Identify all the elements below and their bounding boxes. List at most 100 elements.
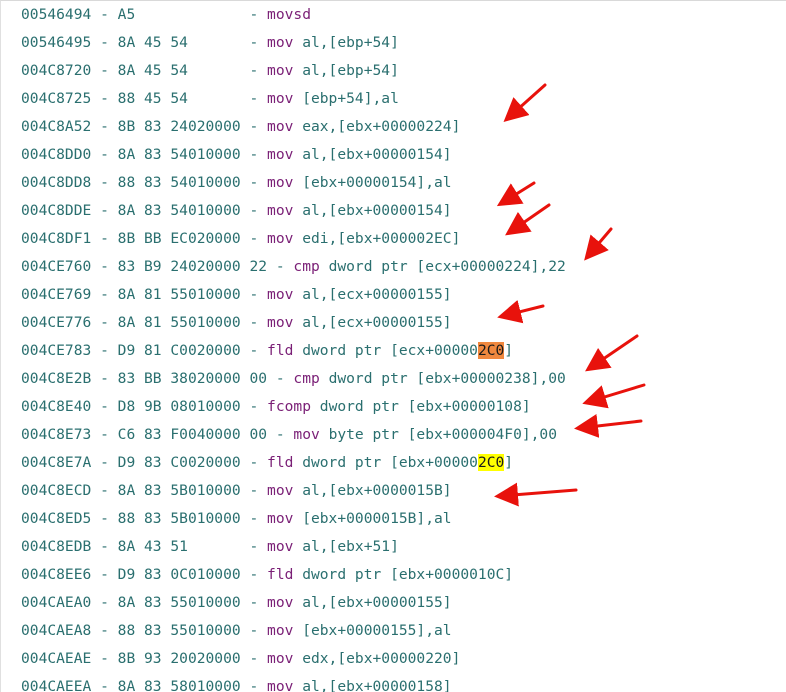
listing-row[interactable]: 004CAEA8 - 88 83 55010000 - mov [ebx+000… [21, 621, 452, 641]
opcode-bytes: 8A 83 54010000 [117, 146, 241, 163]
listing-row[interactable]: 004CE776 - 8A 81 55010000 - mov al,[ecx+… [21, 313, 452, 333]
address: 004CAEAE [21, 650, 92, 667]
address: 004CAEA8 [21, 622, 92, 639]
address: 004C8A52 [21, 118, 92, 135]
listing-row[interactable]: 004C8DD0 - 8A 83 54010000 - mov al,[ebx+… [21, 145, 452, 165]
opcode-bytes: D9 83 0C010000 [117, 566, 241, 583]
mnemonic: mov [267, 286, 294, 303]
mnemonic: mov [267, 34, 294, 51]
opcode-bytes: 8A 81 55010000 [117, 286, 241, 303]
opcode-bytes: A5 [117, 6, 136, 23]
listing-row[interactable]: 004C8EE6 - D9 83 0C010000 - fld dword pt… [21, 565, 513, 585]
opcode-bytes: 88 45 54 [117, 90, 188, 107]
address: 004CAEEA [21, 678, 92, 692]
operand: edi,[ebx+000002EC] [302, 230, 461, 247]
separator: - [91, 62, 118, 79]
search-highlight: 2C0 [477, 454, 505, 471]
separator: - [91, 342, 118, 359]
operand: al,[ebp+54] [302, 62, 399, 79]
listing-row[interactable]: 004C8A52 - 8B 83 24020000 - mov eax,[ebx… [21, 117, 460, 137]
listing-row[interactable]: 004CE783 - D9 81 C0020000 - fld dword pt… [21, 341, 513, 361]
listing-row[interactable]: 004C8725 - 88 45 54 - mov [ebp+54],al [21, 89, 399, 109]
listing-row[interactable]: 004C8ED5 - 88 83 5B010000 - mov [ebx+000… [21, 509, 452, 529]
opcode-bytes: 8A 83 55010000 [117, 594, 241, 611]
disassembly-listing: 00546494 - A5 - movsd 00546495 - 8A 45 54… [0, 0, 786, 692]
opcode-bytes: 8B BB EC020000 [117, 230, 241, 247]
separator: - [249, 538, 268, 555]
separator: - [91, 90, 118, 107]
listing-row[interactable]: 004C8E2B - 83 BB 38020000 00 - cmp dword… [21, 369, 566, 389]
listing-row[interactable]: 004C8DF1 - 8B BB EC020000 - mov edi,[ebx… [21, 229, 460, 249]
operand: [ebp+54],al [302, 90, 399, 107]
listing-row[interactable]: 004CE769 - 8A 81 55010000 - mov al,[ecx+… [21, 285, 452, 305]
address: 004C8720 [21, 62, 92, 79]
mnemonic: fcomp [267, 398, 311, 415]
opcode-bytes: D8 9B 08010000 [117, 398, 241, 415]
operand: al,[ecx+00000155] [302, 314, 452, 331]
listing-row[interactable]: 004C8E7A - D9 83 C0020000 - fld dword pt… [21, 453, 513, 473]
listing-row[interactable]: 004C8E73 - C6 83 F0040000 00 - mov byte … [21, 425, 557, 445]
mnemonic: mov [267, 62, 294, 79]
listing-row[interactable]: 00546494 - A5 - movsd [21, 5, 311, 25]
operand: al,[ebx+00000155] [302, 594, 452, 611]
address: 004C8725 [21, 90, 92, 107]
opcode-bytes: 88 83 55010000 [117, 622, 241, 639]
listing-row[interactable]: 004C8EDB - 8A 43 51 - mov al,[ebx+51] [21, 537, 399, 557]
mnemonic: cmp [293, 370, 320, 387]
listing-row[interactable]: 00546495 - 8A 45 54 - mov al,[ebp+54] [21, 33, 399, 53]
separator: - [249, 314, 268, 331]
address: 004C8DDE [21, 202, 92, 219]
mnemonic: mov [267, 594, 294, 611]
listing-row[interactable]: 004CE760 - 83 B9 24020000 22 - cmp dword… [21, 257, 566, 277]
address: 004CAEA0 [21, 594, 92, 611]
listing-row[interactable]: 004C8DDE - 8A 83 54010000 - mov al,[ebx+… [21, 201, 452, 221]
listing-row[interactable]: 004C8E40 - D8 9B 08010000 - fcomp dword … [21, 397, 531, 417]
listing-row[interactable]: 004CAEEA - 8A 83 58010000 - mov al,[ebx+… [21, 677, 452, 692]
separator: - [249, 622, 268, 639]
listing-row[interactable]: 004C8720 - 8A 45 54 - mov al,[ebp+54] [21, 61, 399, 81]
address: 004C8E2B [21, 370, 92, 387]
address: 00546495 [21, 34, 92, 51]
separator: - [249, 342, 268, 359]
opcode-bytes: 8A 81 55010000 [117, 314, 241, 331]
operand: dword ptr [ecx+00000224],22 [328, 258, 566, 275]
address: 004C8DF1 [21, 230, 92, 247]
separator: - [91, 174, 118, 191]
listing-row[interactable]: 004C8ECD - 8A 83 5B010000 - mov al,[ebx+… [21, 481, 452, 501]
opcode-bytes: 8A 45 54 [117, 34, 188, 51]
mnemonic: mov [267, 510, 294, 527]
separator: - [91, 510, 118, 527]
separator: - [249, 146, 268, 163]
listing-row[interactable]: 004CAEA0 - 8A 83 55010000 - mov al,[ebx+… [21, 593, 452, 613]
separator: - [275, 426, 294, 443]
operand-suffix: ] [504, 342, 514, 359]
operand: dword ptr [ebx+00000108] [319, 398, 531, 415]
address: 004C8EDB [21, 538, 92, 555]
operand-suffix: ] [504, 454, 514, 471]
address: 004C8ED5 [21, 510, 92, 527]
separator: - [249, 34, 268, 51]
operand: al,[ebx+0000015B] [302, 482, 452, 499]
operand: al,[ebp+54] [302, 34, 399, 51]
separator: - [249, 62, 268, 79]
listing-row[interactable]: 004CAEAE - 8B 93 20020000 - mov edx,[ebx… [21, 649, 460, 669]
separator: - [91, 622, 118, 639]
operand: edx,[ebx+00000220] [302, 650, 461, 667]
opcode-bytes: 8B 83 24020000 [117, 118, 241, 135]
separator: - [91, 258, 118, 275]
address: 004C8ECD [21, 482, 92, 499]
mnemonic: mov [267, 538, 294, 555]
operand: [ebx+00000155],al [302, 622, 452, 639]
address: 004CE769 [21, 286, 92, 303]
separator: - [249, 454, 268, 471]
listing-row[interactable]: 004C8DD8 - 88 83 54010000 - mov [ebx+000… [21, 173, 452, 193]
mnemonic: fld [267, 454, 294, 471]
separator: - [249, 566, 268, 583]
separator: - [249, 482, 268, 499]
mnemonic: mov [267, 174, 294, 191]
mnemonic: cmp [293, 258, 320, 275]
separator: - [91, 6, 118, 23]
opcode-bytes: 8A 43 51 [117, 538, 188, 555]
separator: - [249, 398, 268, 415]
separator: - [275, 258, 294, 275]
